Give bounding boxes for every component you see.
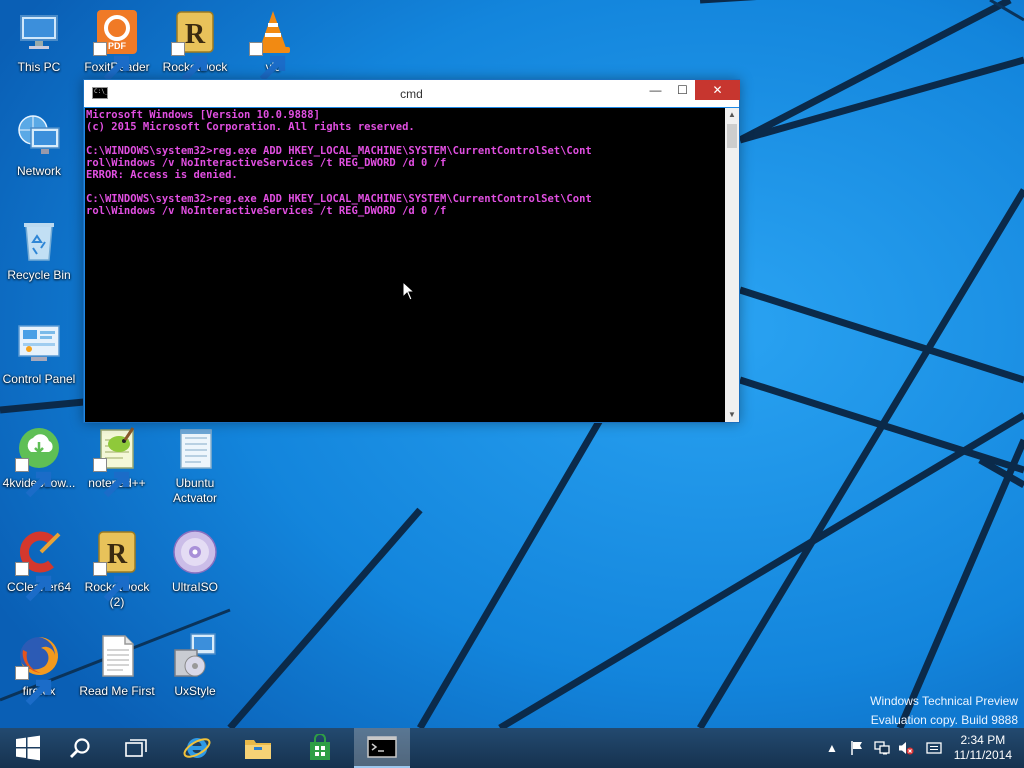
speaker-muted-icon[interactable] (898, 740, 914, 756)
file-explorer-button[interactable] (230, 728, 286, 768)
console-line: (c) 2015 Microsoft Corporation. All righ… (86, 121, 415, 133)
desktop-icon-read-me-first[interactable]: Read Me First (78, 632, 156, 699)
windows-logo-icon (16, 735, 40, 761)
console-line: C:\WINDOWS\system32>reg.exe ADD HKEY_LOC… (86, 145, 592, 157)
console-line: rol\Windows /v NoInteractiveServices /t … (86, 157, 447, 169)
shortcut-arrow-icon (93, 42, 130, 82)
internet-explorer-icon (183, 737, 211, 758)
desktop-icon-notepad-plus-plus[interactable]: notepad++ (78, 424, 156, 498)
task-view-button[interactable] (108, 728, 164, 768)
shortcut-arrow-icon (15, 666, 52, 706)
installer-icon (174, 633, 216, 677)
desktop-icon-control-panel[interactable]: Control Panel (0, 320, 78, 387)
search-button[interactable] (52, 728, 108, 768)
cmd-window[interactable]: C:\_ cmd — ☐ ✕ Microsoft Windows [Versio… (83, 79, 740, 423)
taskbar-clock[interactable]: 2:34 PM 11/11/2014 (954, 733, 1012, 763)
shortcut-arrow-icon (15, 458, 52, 498)
desktop-icon-foxitreader[interactable]: PDF FoxitReader (78, 8, 156, 82)
evaluation-watermark: Windows Technical Preview Evaluation cop… (870, 692, 1018, 730)
minimize-button[interactable]: — (642, 80, 669, 100)
message-icon[interactable] (926, 740, 942, 756)
shortcut-arrow-icon (171, 42, 208, 82)
maximize-button[interactable]: ☐ (669, 80, 696, 100)
file-explorer-icon (245, 740, 271, 759)
desktop-icon-label: UltraISO (171, 580, 218, 594)
desktop-icon-ccleaner64[interactable]: CCleaner64 (0, 528, 78, 602)
control-panel-icon (18, 325, 60, 361)
cmd-taskbar-button[interactable] (354, 728, 410, 768)
desktop-icon-rocketdock[interactable]: R RocketDock (156, 8, 234, 82)
cmd-vertical-scrollbar[interactable]: ▲ ▼ (725, 108, 739, 422)
close-button[interactable]: ✕ (695, 80, 740, 100)
console-line: ERROR: Access is denied. (86, 169, 238, 181)
desktop-icon-recycle-bin[interactable]: Recycle Bin (0, 216, 78, 283)
cmd-icon (367, 736, 397, 758)
shortcut-arrow-icon (249, 42, 286, 82)
desktop-icon-label: Control Panel (2, 372, 76, 386)
desktop-icon-ubuntu-actvator[interactable]: Ubuntu Actvator (156, 424, 234, 506)
store-button[interactable] (292, 728, 348, 768)
store-icon (310, 734, 330, 760)
desktop-icon-rocketdock-2[interactable]: R RocketDock (2) (78, 528, 156, 610)
recycle-bin-icon (24, 223, 54, 261)
cmd-console-output[interactable]: Microsoft Windows [Version 10.0.9888] (c)… (85, 108, 725, 422)
clock-date: 11/11/2014 (953, 748, 1012, 762)
desktop-icon-label: Ubuntu Actvator (172, 476, 217, 505)
search-icon (70, 738, 90, 758)
desktop-icon-label: UxStyle (174, 684, 216, 698)
desktop-icon-label: Network (16, 164, 61, 178)
desktop-icon-network[interactable]: Network (0, 112, 78, 179)
notepad-document-icon (180, 429, 212, 469)
desktop-icon-vlc[interactable]: vlc (234, 8, 312, 82)
mouse-pointer-icon (402, 281, 416, 301)
desktop-icon-firefox[interactable]: firefox (0, 632, 78, 706)
scroll-down-arrow-icon[interactable]: ▼ (725, 408, 739, 422)
watermark-line1: Windows Technical Preview (870, 694, 1018, 708)
clock-time: 2:34 PM (960, 733, 1006, 747)
scrollbar-thumb[interactable] (727, 124, 737, 148)
shortcut-arrow-icon (15, 562, 52, 602)
shortcut-arrow-icon (93, 562, 130, 602)
desktop-icon-4kvideodownloader[interactable]: 4kvideodow... (0, 424, 78, 498)
flag-icon[interactable] (849, 740, 865, 756)
console-line: C:\WINDOWS\system32>reg.exe ADD HKEY_LOC… (86, 193, 592, 205)
network-globe-icon (18, 115, 60, 154)
internet-explorer-button[interactable] (169, 728, 225, 768)
desktop-icon-label: This PC (17, 60, 61, 74)
desktop-icon-uxstyle[interactable]: UxStyle (156, 632, 234, 699)
disc-icon (173, 530, 217, 574)
text-document-icon (102, 635, 134, 677)
taskbar: ▲ 2:34 PM 11/11/2014 (0, 728, 1024, 768)
scroll-up-arrow-icon[interactable]: ▲ (725, 108, 739, 122)
console-line: rol\Windows /v NoInteractiveServices /t … (86, 205, 447, 217)
cmd-window-title: cmd (400, 87, 423, 101)
cmd-titlebar[interactable]: C:\_ cmd — ☐ ✕ (84, 80, 740, 107)
desktop-icon-label: Recycle Bin (7, 268, 71, 282)
start-button[interactable] (0, 728, 56, 768)
shortcut-arrow-icon (93, 458, 130, 498)
desktop-icon-ultraiso[interactable]: UltraISO (156, 528, 234, 595)
desktop-icon-this-pc[interactable]: This PC (0, 8, 78, 75)
computer-icon (20, 15, 58, 49)
desktop-icon-label: Read Me First (79, 684, 155, 698)
network-icon[interactable] (874, 740, 890, 756)
console-line: Microsoft Windows [Version 10.0.9888] (86, 109, 320, 121)
task-view-icon (125, 739, 147, 757)
chevron-up-icon[interactable]: ▲ (824, 740, 840, 756)
